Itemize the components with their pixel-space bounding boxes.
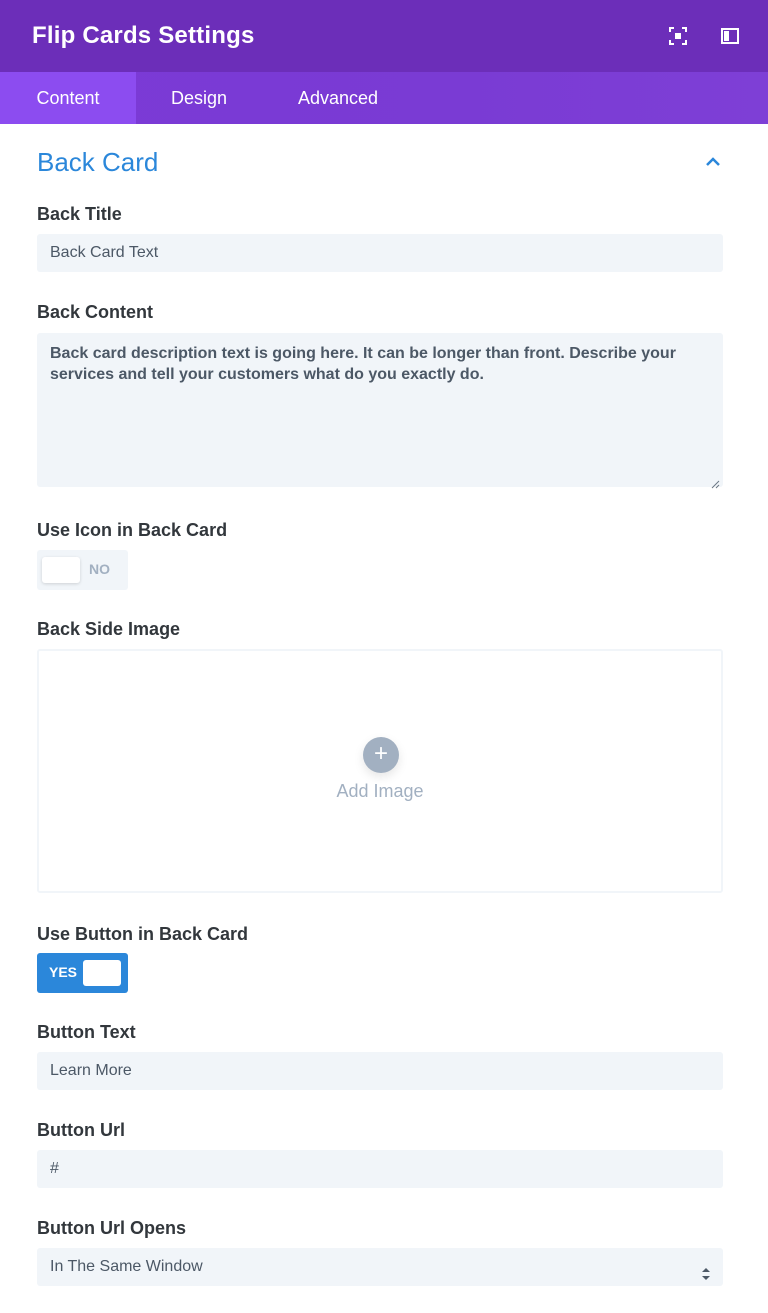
back-content-textarea[interactable]: Back card description text is going here… (37, 333, 723, 489)
back-content-label: Back Content (37, 302, 154, 322)
use-icon-toggle[interactable]: NO (37, 550, 128, 590)
image-upload-area[interactable]: + Add Image (37, 649, 723, 893)
add-image-label[interactable]: Add Image (39, 781, 721, 802)
settings-header: Flip Cards Settings (0, 0, 768, 72)
settings-tabs: Content Design Advanced (0, 72, 768, 124)
section-title[interactable]: Back Card (37, 147, 158, 178)
button-url-label: Button Url (37, 1120, 125, 1140)
use-icon-label: Use Icon in Back Card (37, 520, 228, 540)
button-url-input[interactable]: # (37, 1150, 723, 1188)
sidebar-layout-icon[interactable] (720, 26, 740, 46)
select-value: In The Same Window (50, 1258, 203, 1275)
expand-focus-icon[interactable] (668, 26, 688, 46)
back-image-label: Back Side Image (37, 619, 181, 639)
resize-grip-icon[interactable] (710, 474, 720, 489)
button-text-label: Button Text (37, 1022, 136, 1042)
back-content-text: Back card description text is going here… (50, 345, 676, 383)
tab-advanced[interactable]: Advanced (262, 72, 414, 124)
tab-design[interactable]: Design (136, 72, 262, 124)
toggle-knob (42, 557, 80, 583)
back-title-label: Back Title (37, 204, 122, 224)
button-text-input[interactable]: Learn More (37, 1052, 723, 1090)
toggle-knob (83, 960, 121, 986)
chevron-up-icon[interactable] (703, 152, 723, 172)
plus-icon[interactable]: + (363, 737, 399, 773)
button-url-opens-select[interactable]: In The Same Window (37, 1248, 723, 1286)
sort-arrows-icon (701, 1259, 711, 1280)
use-button-toggle[interactable]: YES (37, 953, 128, 993)
back-title-input[interactable]: Back Card Text (37, 234, 723, 272)
use-button-label: Use Button in Back Card (37, 924, 249, 944)
toggle-state-text: NO (89, 561, 110, 577)
tab-content[interactable]: Content (0, 72, 136, 124)
modal-title: Flip Cards Settings (32, 22, 255, 49)
button-url-opens-label: Button Url Opens (37, 1218, 186, 1238)
toggle-state-text: YES (49, 964, 78, 980)
